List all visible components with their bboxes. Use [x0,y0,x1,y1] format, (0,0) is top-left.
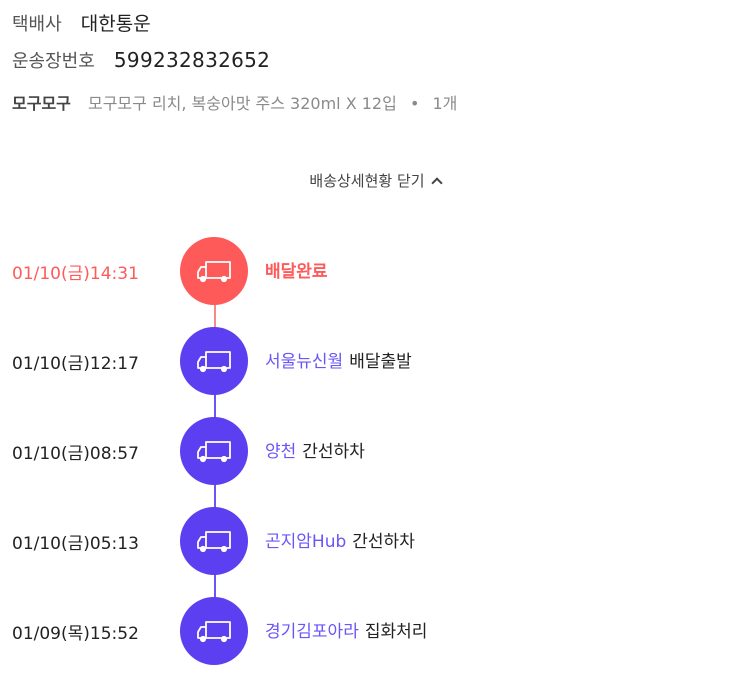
event-time: 01/09(목)15:52 [12,624,139,644]
event-location: 경기김포아라 [265,622,359,642]
product-quantity: 1개 [432,94,458,113]
tracking-label: 운송장번호 [12,51,95,72]
product-row: 모구모구 모구모구 리치, 복숭아맛 주스 320ml X 12입 • 1개 [12,90,457,114]
product-brand: 모구모구 [12,94,71,113]
event-description: 배달완료 [265,257,328,282]
truck-icon [180,237,248,305]
timeline-event: 01/10(금)08:57 양천 간선하차 [0,417,750,487]
event-description: 양천 간선하차 [265,437,365,462]
event-time: 01/10(금)14:31 [12,264,139,284]
event-location: 양천 [265,442,297,462]
timeline-event: 01/09(목)15:52 경기김포아라 집화처리 [0,597,750,667]
timeline-event: 01/10(금)05:13 곤지암Hub 간선하차 [0,507,750,577]
event-time: 01/10(금)05:13 [12,534,139,554]
chevron-up-icon [430,177,443,189]
carrier-label: 택배사 [12,14,62,35]
timeline-event: 01/10(금)12:17 서울뉴신월 배달출발 [0,327,750,397]
event-location: 곤지암Hub [265,532,347,552]
event-status: 집화처리 [364,622,428,642]
event-description: 경기김포아라 집화처리 [265,617,427,642]
event-status: 배달완료 [265,262,328,282]
carrier-value: 대한통운 [80,13,151,35]
truck-icon [180,597,248,665]
toggle-label: 배송상세현황 닫기 [309,172,425,190]
event-description: 서울뉴신월 배달출발 [265,347,412,372]
event-status: 간선하차 [302,442,365,462]
carrier-row: 택배사 대한통운 [12,9,151,36]
timeline-event: 01/10(금)14:31 배달완료 [0,237,750,307]
truck-icon [180,417,248,485]
event-location: 서울뉴신월 [265,352,344,372]
tracking-number: 599232832652 [113,48,271,72]
delivery-detail-toggle[interactable]: 배송상세현황 닫기 [0,170,750,191]
event-description: 곤지암Hub 간선하차 [265,527,415,552]
truck-icon [180,507,248,575]
separator-dot: • [409,94,420,113]
event-status: 간선하차 [352,532,415,552]
truck-icon [180,327,248,395]
event-time: 01/10(금)08:57 [12,444,139,464]
product-name: 모구모구 리치, 복숭아맛 주스 320ml X 12입 [87,94,397,113]
tracking-row: 운송장번호 599232832652 [12,47,270,73]
event-status: 배달출발 [349,352,412,372]
event-time: 01/10(금)12:17 [12,354,139,374]
